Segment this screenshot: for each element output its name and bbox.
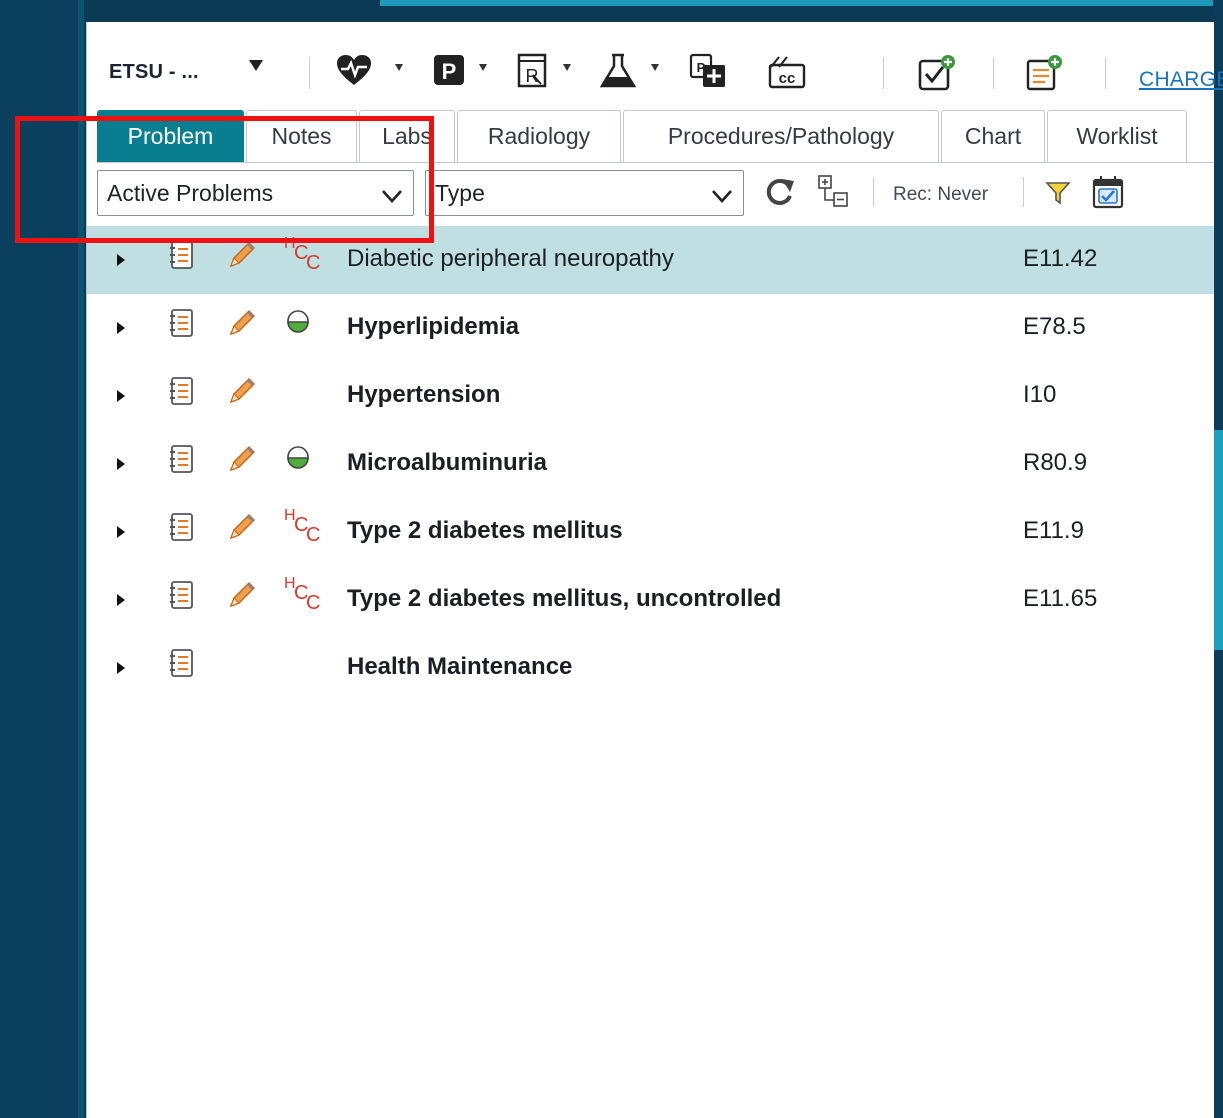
add-note-icon[interactable] bbox=[1025, 53, 1065, 96]
background-top-accent bbox=[380, 0, 1223, 6]
toolbar-divider bbox=[1105, 57, 1106, 89]
expand-arrow-icon[interactable] bbox=[117, 526, 125, 538]
problem-code: E78.5 bbox=[1023, 313, 1086, 340]
facility-dropdown[interactable]: ETSU - ... bbox=[109, 61, 199, 84]
pencil-edit-icon[interactable] bbox=[227, 240, 257, 275]
problem-code: R80.9 bbox=[1023, 449, 1088, 476]
problem-name: Diabetic peripheral neuropathy bbox=[347, 245, 674, 272]
toolbar: ETSU - ... P R P cc CHARGE bbox=[87, 42, 1223, 96]
rx-caret-icon[interactable] bbox=[563, 64, 571, 71]
rx-icon[interactable]: R bbox=[517, 53, 549, 94]
expand-arrow-icon[interactable] bbox=[117, 594, 125, 606]
refresh-icon[interactable] bbox=[763, 176, 797, 213]
svg-text:P: P bbox=[442, 59, 457, 84]
expand-arrow-icon[interactable] bbox=[117, 662, 125, 674]
toolbar-divider bbox=[309, 57, 310, 89]
expand-arrow-icon[interactable] bbox=[117, 390, 125, 402]
svg-text:R: R bbox=[526, 66, 539, 86]
pencil-edit-icon[interactable] bbox=[227, 444, 257, 479]
problem-code: I10 bbox=[1023, 381, 1057, 408]
type-filter-value: Type bbox=[435, 179, 485, 206]
problem-row[interactable]: Hypertension I10 bbox=[87, 362, 1214, 430]
vitals-caret-icon[interactable] bbox=[395, 64, 403, 71]
pencil-edit-icon[interactable] bbox=[227, 308, 257, 343]
notebook-icon[interactable] bbox=[167, 580, 195, 615]
notebook-icon[interactable] bbox=[167, 376, 195, 411]
pencil-edit-icon[interactable] bbox=[227, 512, 257, 547]
highlight-box bbox=[15, 116, 434, 243]
expand-arrow-icon[interactable] bbox=[117, 458, 125, 470]
charge-link[interactable]: CHARGE bbox=[1139, 68, 1223, 92]
expand-collapse-icon[interactable] bbox=[817, 174, 851, 213]
problem-name: Health Maintenance bbox=[347, 653, 573, 680]
problem-row[interactable]: Hyperlipidemia E78.5 bbox=[87, 294, 1214, 362]
calendar-check-icon[interactable] bbox=[1091, 174, 1125, 215]
expand-arrow-icon[interactable] bbox=[117, 322, 125, 334]
flask-icon[interactable] bbox=[599, 53, 637, 94]
problem-row[interactable]: HCC Type 2 diabetes mellitus, uncontroll… bbox=[87, 566, 1214, 634]
problem-name: Hypertension bbox=[347, 381, 501, 408]
tab-radiology[interactable]: Radiology bbox=[457, 110, 621, 162]
tab-worklist[interactable]: Worklist bbox=[1047, 110, 1187, 162]
problem-code: E11.9 bbox=[1023, 517, 1084, 544]
pencil-edit-icon[interactable] bbox=[227, 580, 257, 615]
hcc-icon: HCC bbox=[284, 507, 321, 546]
notebook-icon[interactable] bbox=[167, 308, 195, 343]
p-icon[interactable]: P bbox=[433, 53, 465, 92]
task-check-icon[interactable] bbox=[917, 53, 957, 96]
lab-caret-icon[interactable] bbox=[651, 64, 659, 71]
type-filter-select[interactable]: Type bbox=[425, 170, 744, 216]
half-circle-status-icon bbox=[285, 308, 311, 339]
heart-vitals-icon[interactable] bbox=[335, 53, 373, 92]
filter-divider bbox=[1023, 177, 1024, 207]
chevron-down-icon bbox=[711, 184, 733, 211]
notebook-icon[interactable] bbox=[167, 444, 195, 479]
problem-name: Type 2 diabetes mellitus, uncontrolled bbox=[347, 585, 782, 612]
toolbar-divider bbox=[993, 57, 994, 89]
background-right-accent bbox=[1213, 430, 1223, 650]
tab-chart[interactable]: Chart bbox=[941, 110, 1045, 162]
filter-icon[interactable] bbox=[1045, 180, 1071, 211]
svg-text:cc: cc bbox=[779, 70, 796, 87]
problem-name: Microalbuminuria bbox=[347, 449, 548, 476]
toolbar-divider bbox=[883, 57, 884, 89]
problem-name: Type 2 diabetes mellitus bbox=[347, 517, 623, 544]
tab-procedures-pathology[interactable]: Procedures/Pathology bbox=[623, 110, 939, 162]
half-circle-status-icon bbox=[285, 444, 311, 475]
problem-row[interactable]: Microalbuminuria R80.9 bbox=[87, 430, 1214, 498]
problem-row[interactable]: HCC Type 2 diabetes mellitus E11.9 bbox=[87, 498, 1214, 566]
hcc-icon: HCC bbox=[284, 575, 321, 614]
notebook-icon[interactable] bbox=[167, 648, 195, 683]
problem-code: E11.42 bbox=[1023, 245, 1098, 272]
filter-divider bbox=[873, 177, 874, 207]
problem-panel: ETSU - ... P R P cc CHARGE Problem Notes… bbox=[15, 22, 1223, 1118]
problem-code: E11.65 bbox=[1023, 585, 1098, 612]
print-copy-icon[interactable]: P bbox=[689, 53, 727, 94]
cc-icon[interactable]: cc bbox=[767, 53, 807, 94]
notebook-icon[interactable] bbox=[167, 512, 195, 547]
facility-caret-icon[interactable] bbox=[249, 60, 263, 71]
reconcile-status[interactable]: Rec: Never bbox=[893, 184, 988, 206]
pencil-edit-icon[interactable] bbox=[227, 376, 257, 411]
notebook-icon[interactable] bbox=[167, 240, 195, 275]
problem-row[interactable]: Health Maintenance bbox=[87, 634, 1214, 702]
problem-name: Hyperlipidemia bbox=[347, 313, 520, 340]
expand-arrow-icon[interactable] bbox=[117, 254, 125, 266]
p-caret-icon[interactable] bbox=[479, 64, 487, 71]
